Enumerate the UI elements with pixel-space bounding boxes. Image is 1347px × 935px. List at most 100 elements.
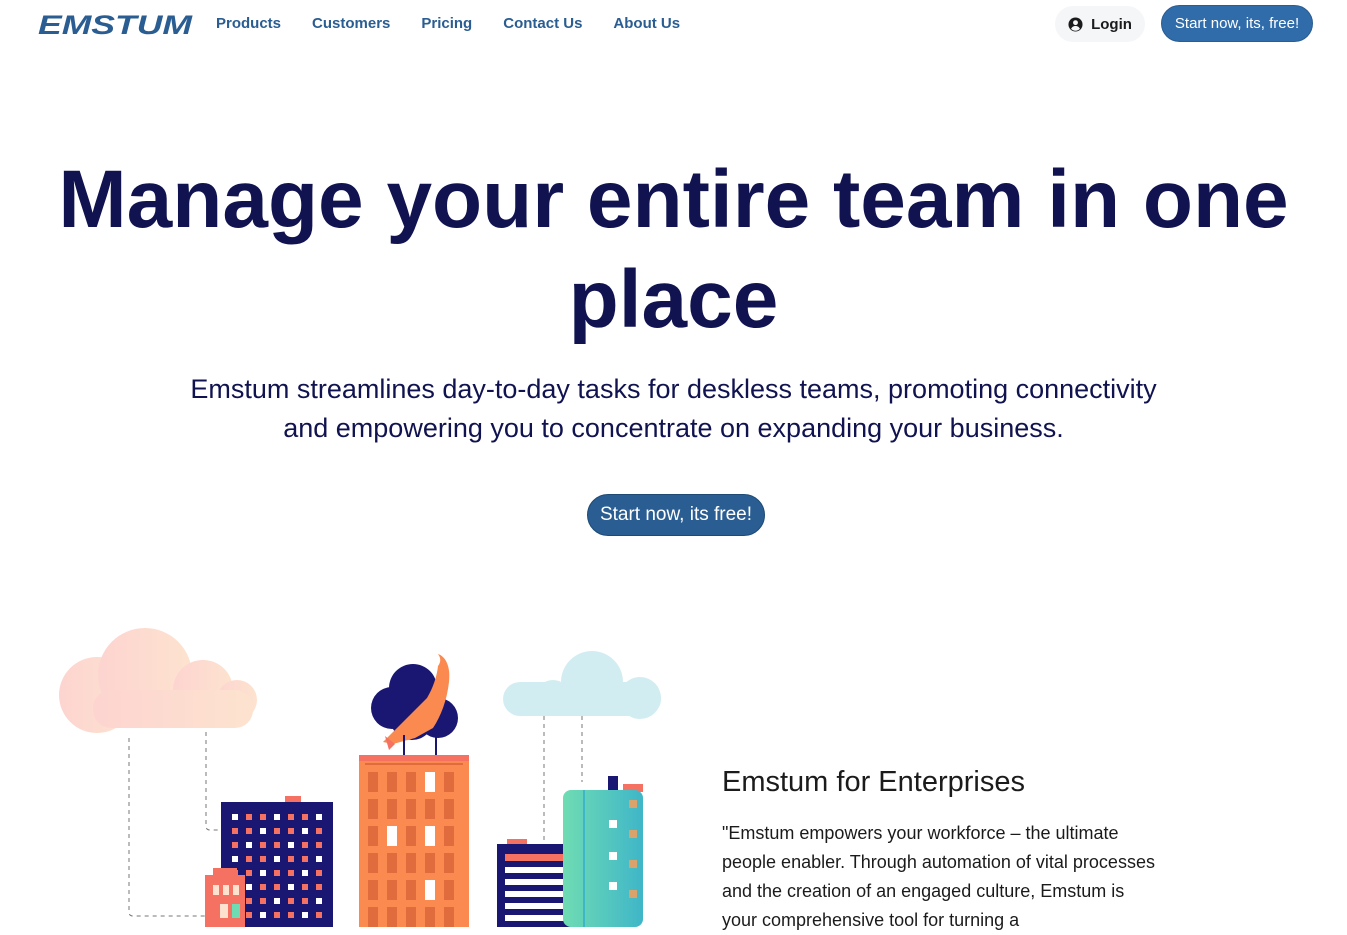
window <box>232 856 238 862</box>
window <box>316 870 322 876</box>
window <box>444 826 454 846</box>
hero-title: Manage your entire team in one place <box>58 154 1289 345</box>
window <box>260 856 266 862</box>
window <box>274 898 280 904</box>
window <box>368 826 378 846</box>
window <box>368 880 378 900</box>
enterprise-body: "Emstum empowers your workforce – the ul… <box>722 823 1155 930</box>
window <box>406 826 416 846</box>
window <box>444 853 454 873</box>
window <box>232 828 238 834</box>
window <box>387 772 397 792</box>
window <box>274 842 280 848</box>
window <box>387 853 397 873</box>
window <box>246 884 252 890</box>
window <box>444 772 454 792</box>
login-label: Login <box>1091 15 1132 33</box>
window <box>288 898 294 904</box>
window <box>425 880 435 900</box>
window <box>288 814 294 820</box>
window <box>302 856 308 862</box>
building-orange <box>359 755 469 927</box>
window <box>288 870 294 876</box>
window <box>444 907 454 927</box>
window <box>302 870 308 876</box>
user-circle-icon <box>1068 16 1083 32</box>
window <box>316 814 322 820</box>
emstum-logo[interactable]: EMSTUM <box>38 10 194 38</box>
nav-link-about-us[interactable]: About Us <box>613 15 680 32</box>
nav-link-products[interactable]: Products <box>216 15 281 32</box>
window <box>368 907 378 927</box>
window <box>425 826 435 846</box>
window <box>302 898 308 904</box>
window <box>246 814 252 820</box>
window <box>246 870 252 876</box>
window <box>302 912 308 918</box>
window <box>444 799 454 819</box>
window <box>425 853 435 873</box>
window <box>425 799 435 819</box>
building-coral-small <box>205 868 245 927</box>
cloud-pink <box>59 628 257 733</box>
hero-subtitle: Emstum streamlines day-to-day tasks for … <box>190 374 1157 443</box>
window <box>387 799 397 819</box>
window <box>274 856 280 862</box>
window <box>274 814 280 820</box>
window <box>387 907 397 927</box>
window <box>246 842 252 848</box>
window <box>406 907 416 927</box>
building-teal <box>563 776 643 927</box>
window <box>246 856 252 862</box>
window <box>387 826 397 846</box>
window <box>316 898 322 904</box>
window <box>246 898 252 904</box>
nav-link-customers[interactable]: Customers <box>312 15 390 32</box>
window <box>444 880 454 900</box>
window <box>302 814 308 820</box>
start-free-button-nav[interactable]: Start now, its, free! <box>1161 5 1313 42</box>
window <box>260 898 266 904</box>
enterprise-title: Emstum for Enterprises <box>722 766 1025 798</box>
window <box>274 828 280 834</box>
window <box>260 814 266 820</box>
window <box>274 912 280 918</box>
window <box>316 856 322 862</box>
window <box>288 842 294 848</box>
login-button[interactable]: Login <box>1055 6 1145 42</box>
window <box>232 814 238 820</box>
window <box>368 772 378 792</box>
window <box>260 828 266 834</box>
nav-link-pricing[interactable]: Pricing <box>421 15 472 32</box>
city-illustration <box>59 628 661 927</box>
window <box>316 912 322 918</box>
tree-with-creature <box>371 654 458 755</box>
window <box>316 884 322 890</box>
window <box>274 884 280 890</box>
window <box>302 828 308 834</box>
window <box>232 842 238 848</box>
window <box>288 912 294 918</box>
window <box>246 912 252 918</box>
window <box>368 853 378 873</box>
logo-text: EMSTUM <box>38 10 193 38</box>
window <box>288 884 294 890</box>
window <box>260 912 266 918</box>
window <box>316 828 322 834</box>
window <box>288 856 294 862</box>
window <box>406 853 416 873</box>
window <box>246 828 252 834</box>
window <box>302 884 308 890</box>
window <box>316 842 322 848</box>
main-menu: Products Customers Pricing Contact Us Ab… <box>216 15 680 32</box>
window <box>425 907 435 927</box>
window <box>288 828 294 834</box>
start-free-button-hero[interactable]: Start now, its free! <box>587 494 765 536</box>
window <box>425 772 435 792</box>
window <box>274 870 280 876</box>
window <box>260 842 266 848</box>
window <box>387 880 397 900</box>
cloud-blue <box>503 651 661 719</box>
nav-link-contact-us[interactable]: Contact Us <box>503 15 582 32</box>
window <box>260 870 266 876</box>
